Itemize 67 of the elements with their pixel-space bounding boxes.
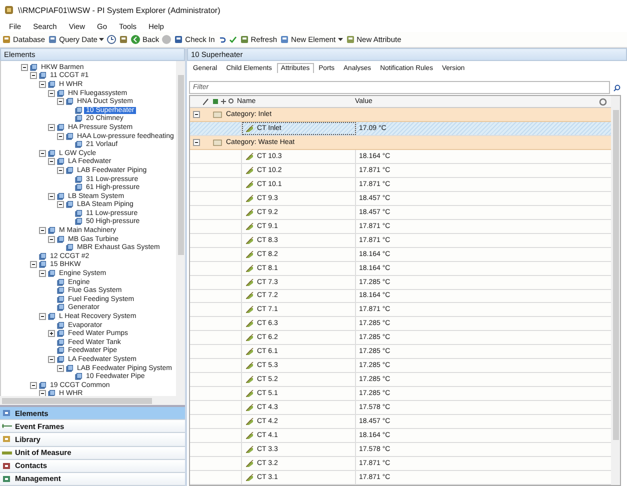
search-icon[interactable]: [613, 84, 621, 92]
checkmark-icon[interactable]: [228, 36, 237, 44]
ruler-icon: [2, 448, 12, 457]
undo-icon[interactable]: [218, 36, 226, 44]
attribute-icon: [246, 152, 254, 160]
attribute-icon: [246, 222, 254, 230]
attribute-icon: [246, 460, 254, 467]
collapse-icon[interactable]: [57, 166, 64, 174]
timeline-icon: [2, 422, 12, 430]
caret-icon[interactable]: [99, 38, 104, 42]
collapse-icon[interactable]: [48, 236, 55, 243]
collapse-icon[interactable]: [57, 364, 64, 372]
collapse-icon[interactable]: [57, 132, 64, 140]
collapse-icon[interactable]: [39, 270, 46, 278]
column-tools-icon[interactable]: [203, 98, 235, 106]
folder-icon: [213, 138, 222, 146]
attribute-icon: [246, 348, 254, 356]
attribute-icon: [246, 250, 254, 258]
app-icon: [4, 5, 14, 15]
attribute-icon: [246, 278, 254, 286]
collapse-icon[interactable]: [30, 382, 37, 389]
scrollbar[interactable]: [611, 96, 620, 485]
attribute-icon: [246, 208, 254, 216]
collapse-icon[interactable]: [21, 64, 28, 71]
collapse-icon[interactable]: [39, 150, 46, 157]
attribute-icon: [246, 236, 254, 244]
collapse-icon[interactable]: [57, 98, 64, 106]
attribute-icon: [246, 334, 254, 342]
collapse-icon[interactable]: [30, 72, 37, 80]
collapse-icon[interactable]: [48, 90, 55, 97]
attribute-icon: [246, 432, 254, 439]
collapse-icon[interactable]: [48, 192, 55, 200]
back-icon[interactable]: [131, 35, 140, 44]
caret-icon[interactable]: [338, 38, 343, 42]
attribute-icon: [246, 446, 254, 453]
attribute-icon: [246, 180, 254, 188]
attribute-icon: [246, 376, 254, 384]
collapse-icon[interactable]: [57, 201, 64, 208]
attribute-icon: [246, 125, 254, 132]
collapse-icon[interactable]: [39, 313, 46, 320]
collapse-icon[interactable]: [48, 356, 55, 363]
collapse-icon[interactable]: [193, 138, 200, 146]
attribute-icon: [246, 390, 254, 398]
attribute-icon: [246, 166, 254, 174]
window-title: \\RMCPIAF01\WSW - PI System Explorer (Administrator): [18, 6, 220, 14]
collapse-icon[interactable]: [39, 390, 46, 396]
collapse-icon[interactable]: [193, 111, 200, 118]
collapse-icon[interactable]: [39, 227, 46, 234]
attribute-icon: [246, 320, 254, 328]
attribute-icon: [246, 194, 254, 202]
collapse-icon[interactable]: [30, 261, 37, 268]
attribute-icon: [246, 292, 254, 300]
folder-icon: [213, 111, 222, 118]
collapse-icon[interactable]: [48, 124, 55, 131]
attribute-icon: [246, 362, 254, 370]
attribute-icon: [246, 264, 254, 272]
attribute-icon: [246, 418, 254, 426]
settings-icon[interactable]: [599, 98, 607, 106]
attribute-icon: [246, 474, 254, 481]
collapse-icon[interactable]: [48, 158, 55, 166]
scrollbar[interactable]: [176, 61, 185, 396]
expand-icon[interactable]: [48, 330, 55, 338]
clock-icon[interactable]: [107, 35, 116, 44]
horizontal-scrollbar[interactable]: [0, 396, 185, 405]
attribute-icon: [246, 404, 254, 412]
attribute-icon: [246, 306, 254, 314]
collapse-icon[interactable]: [39, 80, 46, 88]
